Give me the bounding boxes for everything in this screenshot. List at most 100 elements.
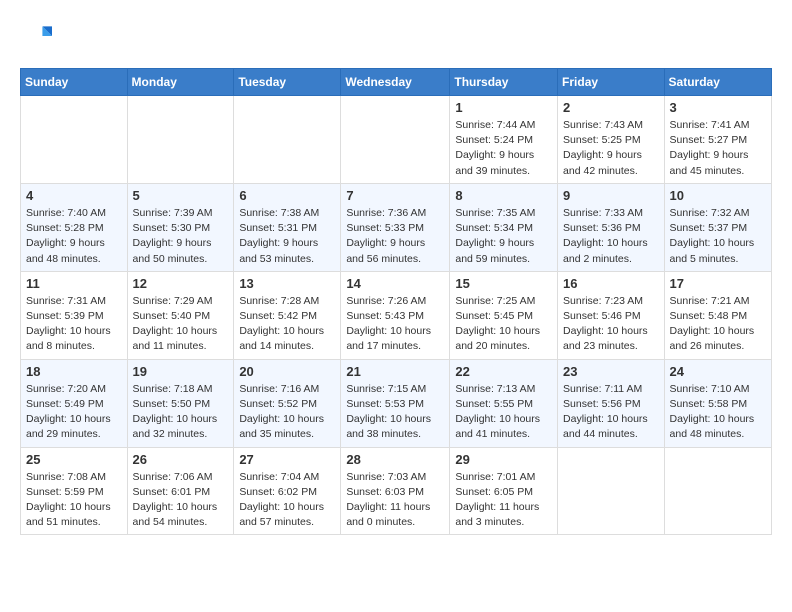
day-number: 3 bbox=[670, 100, 766, 115]
day-info: Sunrise: 7:43 AM Sunset: 5:25 PM Dayligh… bbox=[563, 118, 659, 179]
day-number: 29 bbox=[455, 452, 552, 467]
calendar-week-1: 1 Sunrise: 7:44 AM Sunset: 5:24 PM Daylig… bbox=[21, 96, 772, 184]
day-info: Sunrise: 7:13 AM Sunset: 5:55 PM Dayligh… bbox=[455, 382, 552, 443]
day-info: Sunrise: 7:11 AM Sunset: 5:56 PM Dayligh… bbox=[563, 382, 659, 443]
day-info: Sunrise: 7:01 AM Sunset: 6:05 PM Dayligh… bbox=[455, 470, 552, 531]
day-number: 13 bbox=[239, 276, 335, 291]
day-number: 1 bbox=[455, 100, 552, 115]
day-info: Sunrise: 7:33 AM Sunset: 5:36 PM Dayligh… bbox=[563, 206, 659, 267]
day-number: 23 bbox=[563, 364, 659, 379]
day-info: Sunrise: 7:15 AM Sunset: 5:53 PM Dayligh… bbox=[346, 382, 444, 443]
weekday-header-tuesday: Tuesday bbox=[234, 69, 341, 96]
day-number: 24 bbox=[670, 364, 766, 379]
calendar-week-4: 18Sunrise: 7:20 AM Sunset: 5:49 PM Dayli… bbox=[21, 359, 772, 447]
weekday-header-sunday: Sunday bbox=[21, 69, 128, 96]
calendar-cell: 27 Sunrise: 7:04 AM Sunset: 6:02 PM Dayli… bbox=[234, 447, 341, 535]
day-number: 27 bbox=[239, 452, 335, 467]
calendar-cell bbox=[664, 447, 771, 535]
calendar-body: 1 Sunrise: 7:44 AM Sunset: 5:24 PM Daylig… bbox=[21, 96, 772, 535]
calendar-cell: 1 Sunrise: 7:44 AM Sunset: 5:24 PM Daylig… bbox=[450, 96, 558, 184]
calendar-cell: 26 Sunrise: 7:06 AM Sunset: 6:01 PM Dayli… bbox=[127, 447, 234, 535]
weekday-header-monday: Monday bbox=[127, 69, 234, 96]
day-number: 17 bbox=[670, 276, 766, 291]
day-info: Sunrise: 7:10 AM Sunset: 5:58 PM Dayligh… bbox=[670, 382, 766, 443]
day-info: Sunrise: 7:40 AM Sunset: 5:28 PM Dayligh… bbox=[26, 206, 122, 267]
day-info: Sunrise: 7:29 AM Sunset: 5:40 PM Dayligh… bbox=[133, 294, 229, 355]
day-info: Sunrise: 7:38 AM Sunset: 5:31 PM Dayligh… bbox=[239, 206, 335, 267]
day-info: Sunrise: 7:41 AM Sunset: 5:27 PM Dayligh… bbox=[670, 118, 766, 179]
day-number: 2 bbox=[563, 100, 659, 115]
calendar-cell: 14 Sunrise: 7:26 AM Sunset: 5:43 PM Dayli… bbox=[341, 271, 450, 359]
calendar-cell: 25 Sunrise: 7:08 AM Sunset: 5:59 PM Dayli… bbox=[21, 447, 128, 535]
calendar-cell: 23 Sunrise: 7:11 AM Sunset: 5:56 PM Dayli… bbox=[558, 359, 665, 447]
day-info: Sunrise: 7:03 AM Sunset: 6:03 PM Dayligh… bbox=[346, 470, 444, 531]
day-info: Sunrise: 7:44 AM Sunset: 5:24 PM Dayligh… bbox=[455, 118, 552, 179]
day-number: 19 bbox=[133, 364, 229, 379]
day-number: 22 bbox=[455, 364, 552, 379]
calendar-cell: 21Sunrise: 7:15 AM Sunset: 5:53 PM Dayli… bbox=[341, 359, 450, 447]
calendar-cell bbox=[21, 96, 128, 184]
day-number: 15 bbox=[455, 276, 552, 291]
weekday-row: SundayMondayTuesdayWednesdayThursdayFrid… bbox=[21, 69, 772, 96]
day-info: Sunrise: 7:26 AM Sunset: 5:43 PM Dayligh… bbox=[346, 294, 444, 355]
weekday-header-thursday: Thursday bbox=[450, 69, 558, 96]
calendar-cell: 17 Sunrise: 7:21 AM Sunset: 5:48 PM Dayli… bbox=[664, 271, 771, 359]
day-info: Sunrise: 7:06 AM Sunset: 6:01 PM Dayligh… bbox=[133, 470, 229, 531]
calendar-cell: 24 Sunrise: 7:10 AM Sunset: 5:58 PM Dayli… bbox=[664, 359, 771, 447]
calendar-cell bbox=[341, 96, 450, 184]
calendar-table: SundayMondayTuesdayWednesdayThursdayFrid… bbox=[20, 68, 772, 535]
calendar-cell: 7Sunrise: 7:36 AM Sunset: 5:33 PM Daylig… bbox=[341, 183, 450, 271]
calendar-cell: 18Sunrise: 7:20 AM Sunset: 5:49 PM Dayli… bbox=[21, 359, 128, 447]
day-number: 12 bbox=[133, 276, 229, 291]
page-header bbox=[20, 20, 772, 52]
day-info: Sunrise: 7:21 AM Sunset: 5:48 PM Dayligh… bbox=[670, 294, 766, 355]
calendar-cell: 22 Sunrise: 7:13 AM Sunset: 5:55 PM Dayli… bbox=[450, 359, 558, 447]
day-number: 7 bbox=[346, 188, 444, 203]
calendar-cell: 10 Sunrise: 7:32 AM Sunset: 5:37 PM Dayli… bbox=[664, 183, 771, 271]
day-info: Sunrise: 7:04 AM Sunset: 6:02 PM Dayligh… bbox=[239, 470, 335, 531]
day-number: 28 bbox=[346, 452, 444, 467]
calendar-cell: 16Sunrise: 7:23 AM Sunset: 5:46 PM Dayli… bbox=[558, 271, 665, 359]
calendar-cell bbox=[558, 447, 665, 535]
calendar-cell: 11 Sunrise: 7:31 AM Sunset: 5:39 PM Dayli… bbox=[21, 271, 128, 359]
calendar-cell bbox=[234, 96, 341, 184]
day-info: Sunrise: 7:39 AM Sunset: 5:30 PM Dayligh… bbox=[133, 206, 229, 267]
day-info: Sunrise: 7:32 AM Sunset: 5:37 PM Dayligh… bbox=[670, 206, 766, 267]
day-number: 11 bbox=[26, 276, 122, 291]
calendar-cell: 28 Sunrise: 7:03 AM Sunset: 6:03 PM Dayli… bbox=[341, 447, 450, 535]
calendar-cell: 15 Sunrise: 7:25 AM Sunset: 5:45 PM Dayli… bbox=[450, 271, 558, 359]
calendar-cell: 4 Sunrise: 7:40 AM Sunset: 5:28 PM Daylig… bbox=[21, 183, 128, 271]
calendar-cell: 20 Sunrise: 7:16 AM Sunset: 5:52 PM Dayli… bbox=[234, 359, 341, 447]
calendar-week-3: 11 Sunrise: 7:31 AM Sunset: 5:39 PM Dayli… bbox=[21, 271, 772, 359]
day-info: Sunrise: 7:20 AM Sunset: 5:49 PM Dayligh… bbox=[26, 382, 122, 443]
day-info: Sunrise: 7:28 AM Sunset: 5:42 PM Dayligh… bbox=[239, 294, 335, 355]
calendar-cell: 2 Sunrise: 7:43 AM Sunset: 5:25 PM Daylig… bbox=[558, 96, 665, 184]
day-number: 10 bbox=[670, 188, 766, 203]
calendar-cell: 9 Sunrise: 7:33 AM Sunset: 5:36 PM Daylig… bbox=[558, 183, 665, 271]
logo bbox=[20, 20, 56, 52]
calendar-week-2: 4 Sunrise: 7:40 AM Sunset: 5:28 PM Daylig… bbox=[21, 183, 772, 271]
calendar-header: SundayMondayTuesdayWednesdayThursdayFrid… bbox=[21, 69, 772, 96]
weekday-header-friday: Friday bbox=[558, 69, 665, 96]
day-number: 26 bbox=[133, 452, 229, 467]
day-info: Sunrise: 7:16 AM Sunset: 5:52 PM Dayligh… bbox=[239, 382, 335, 443]
day-info: Sunrise: 7:08 AM Sunset: 5:59 PM Dayligh… bbox=[26, 470, 122, 531]
calendar-cell: 13 Sunrise: 7:28 AM Sunset: 5:42 PM Dayli… bbox=[234, 271, 341, 359]
day-info: Sunrise: 7:18 AM Sunset: 5:50 PM Dayligh… bbox=[133, 382, 229, 443]
logo-icon bbox=[20, 20, 52, 52]
day-number: 4 bbox=[26, 188, 122, 203]
day-info: Sunrise: 7:25 AM Sunset: 5:45 PM Dayligh… bbox=[455, 294, 552, 355]
calendar-cell: 3 Sunrise: 7:41 AM Sunset: 5:27 PM Daylig… bbox=[664, 96, 771, 184]
calendar-cell: 8Sunrise: 7:35 AM Sunset: 5:34 PM Daylig… bbox=[450, 183, 558, 271]
day-number: 5 bbox=[133, 188, 229, 203]
calendar-cell: 5 Sunrise: 7:39 AM Sunset: 5:30 PM Daylig… bbox=[127, 183, 234, 271]
day-info: Sunrise: 7:23 AM Sunset: 5:46 PM Dayligh… bbox=[563, 294, 659, 355]
calendar-cell: 6Sunrise: 7:38 AM Sunset: 5:31 PM Daylig… bbox=[234, 183, 341, 271]
calendar-week-5: 25 Sunrise: 7:08 AM Sunset: 5:59 PM Dayli… bbox=[21, 447, 772, 535]
day-number: 20 bbox=[239, 364, 335, 379]
calendar-cell bbox=[127, 96, 234, 184]
day-number: 25 bbox=[26, 452, 122, 467]
day-number: 14 bbox=[346, 276, 444, 291]
day-info: Sunrise: 7:31 AM Sunset: 5:39 PM Dayligh… bbox=[26, 294, 122, 355]
day-number: 9 bbox=[563, 188, 659, 203]
